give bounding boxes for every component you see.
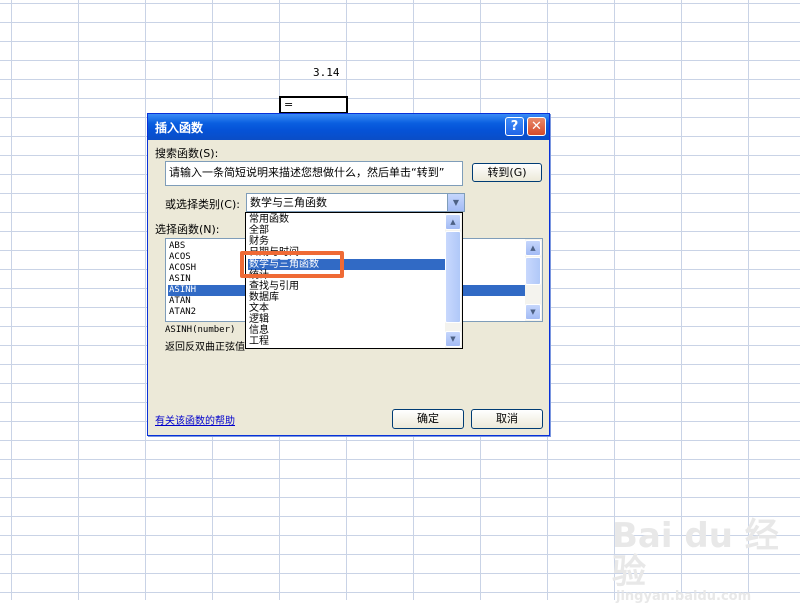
baidu-jingyan-watermark: Bai du 经验 jingyan.baidu.com bbox=[612, 518, 800, 604]
dropdown-item[interactable]: 数据库 bbox=[248, 292, 445, 303]
category-value: 数学与三角函数 bbox=[250, 196, 327, 209]
dropdown-item[interactable]: 财务 bbox=[248, 236, 445, 247]
dropdown-item[interactable]: 常用函数 bbox=[248, 214, 445, 225]
close-button[interactable]: ✕ bbox=[527, 117, 546, 136]
function-description: 返回反双曲正弦值 bbox=[165, 342, 245, 353]
category-dropdown[interactable]: 常用函数 全部 财务 日期与时间 数学与三角函数 统计 查找与引用 数据库 文本… bbox=[245, 212, 463, 349]
chevron-down-icon[interactable]: ▼ bbox=[445, 331, 461, 347]
ok-button[interactable]: 确定 bbox=[392, 409, 464, 429]
chevron-up-icon[interactable]: ▲ bbox=[445, 214, 461, 230]
watermark-url: jingyan.baidu.com bbox=[616, 589, 752, 604]
dropdown-item[interactable]: 信息 bbox=[248, 325, 445, 336]
active-cell[interactable]: = bbox=[279, 96, 348, 114]
close-icon: ✕ bbox=[531, 119, 542, 134]
dropdown-item[interactable]: 工程 bbox=[248, 336, 445, 347]
category-label: 或选择类别(C): bbox=[165, 198, 240, 211]
dialog-titlebar[interactable]: 插入函数 ? ✕ bbox=[148, 114, 549, 140]
dropdown-item[interactable]: 文本 bbox=[248, 303, 445, 314]
goto-button[interactable]: 转到(G) bbox=[472, 163, 542, 182]
dialog-title: 插入函数 bbox=[155, 121, 204, 135]
chevron-down-icon[interactable]: ▼ bbox=[525, 304, 541, 320]
dropdown-item[interactable]: 全部 bbox=[248, 225, 445, 236]
dropdown-item[interactable]: 查找与引用 bbox=[248, 281, 445, 292]
scroll-thumb[interactable] bbox=[525, 257, 541, 285]
function-signature: ASINH(number) bbox=[165, 325, 236, 335]
help-button[interactable]: ? bbox=[505, 117, 524, 136]
chevron-down-icon[interactable]: ▼ bbox=[447, 194, 464, 211]
cell-value[interactable]: 3.14 bbox=[313, 66, 353, 82]
function-list-scrollbar[interactable]: ▲ ▼ bbox=[525, 239, 542, 321]
dropdown-item[interactable]: 逻辑 bbox=[248, 314, 445, 325]
search-label: 搜索函数(S): bbox=[155, 147, 219, 160]
annotation-highlight-box bbox=[240, 251, 344, 278]
dropdown-scrollbar[interactable]: ▲ ▼ bbox=[445, 213, 462, 348]
category-select[interactable]: 数学与三角函数 ▼ bbox=[246, 193, 465, 212]
scroll-thumb[interactable] bbox=[445, 231, 461, 323]
search-input[interactable]: 请输入一条简短说明来描述您想做什么，然后单击“转到” bbox=[165, 161, 463, 186]
watermark-logo-text: Bai du 经验 bbox=[612, 516, 779, 592]
cancel-button[interactable]: 取消 bbox=[471, 409, 543, 429]
chevron-up-icon[interactable]: ▲ bbox=[525, 240, 541, 256]
function-label: 选择函数(N): bbox=[155, 223, 220, 236]
function-help-link[interactable]: 有关该函数的帮助 bbox=[155, 412, 235, 427]
